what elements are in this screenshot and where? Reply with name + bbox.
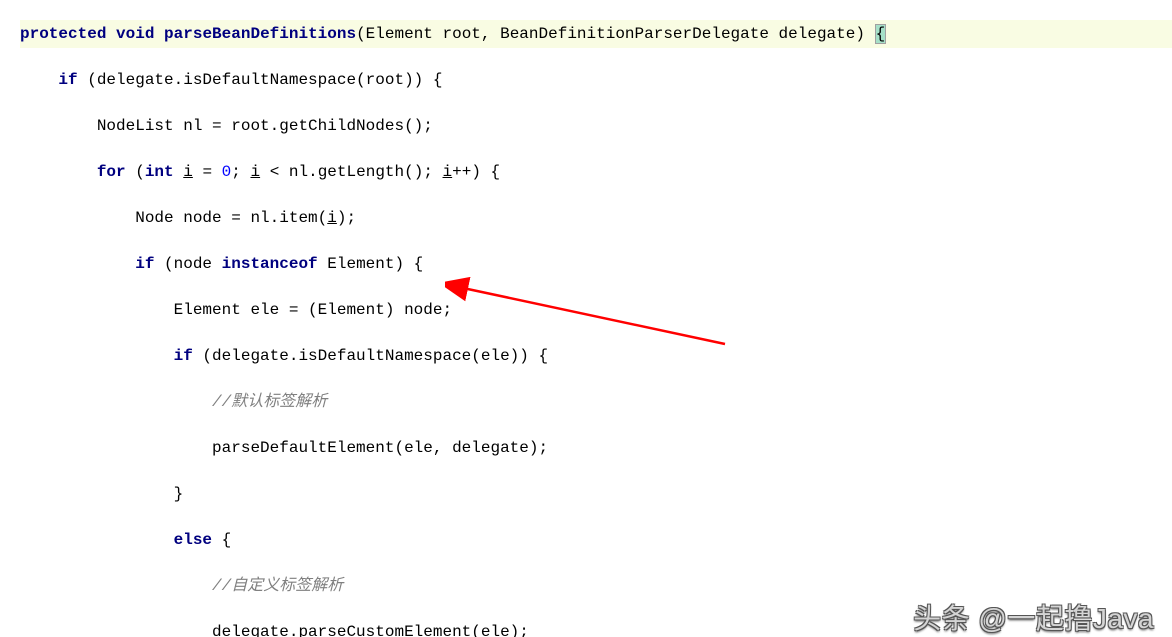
var-i: i [443,163,453,181]
keyword-if: if [135,255,154,273]
open-brace: { [875,24,887,44]
method-params: (Element root, BeanDefinitionParserDeleg… [356,25,874,43]
code-line: Element ele = (Element) node; [20,296,1172,324]
code-text: Element) { [318,255,424,273]
code-line: //自定义标签解析 [20,572,1172,600]
code-line: //默认标签解析 [20,388,1172,416]
code-text: delegate.parseCustomElement(ele); [212,623,529,637]
var-i: i [327,209,337,227]
close-brace: } [174,485,184,503]
method-name: parseBeanDefinitions [164,25,356,43]
code-line: NodeList nl = root.getChildNodes(); [20,112,1172,140]
code-text: ; [231,163,250,181]
code-text: Element ele = (Element) node; [174,301,452,319]
code-text: (delegate.isDefaultNamespace(ele)) { [193,347,548,365]
watermark: 头条 @一起撸Java [913,597,1154,637]
code-line: Node node = nl.item(i); [20,204,1172,232]
code-line: if (delegate.isDefaultNamespace(ele)) { [20,342,1172,370]
code-text: ( [126,163,145,181]
code-line: parseDefaultElement(ele, delegate); [20,434,1172,462]
code-text: parseDefaultElement(ele, delegate); [212,439,548,457]
code-line: protected void parseBeanDefinitions(Elem… [20,20,1172,48]
code-text: = [193,163,222,181]
comment: //默认标签解析 [212,393,327,411]
code-text: NodeList nl = root.getChildNodes(); [97,117,433,135]
keyword-int: int [145,163,174,181]
code-line: } [20,480,1172,508]
code-text [174,163,184,181]
code-line: if (node instanceof Element) { [20,250,1172,278]
code-text: (delegate.isDefaultNamespace(root)) { [78,71,443,89]
keyword-else: else [174,531,212,549]
keyword-void: void [116,25,154,43]
keyword-protected: protected [20,25,106,43]
code-text: ); [337,209,356,227]
keyword-for: for [97,163,126,181]
code-text: ++) { [452,163,500,181]
var-i: i [250,163,260,181]
code-line: for (int i = 0; i < nl.getLength(); i++)… [20,158,1172,186]
var-i: i [183,163,193,181]
code-text: { [212,531,231,549]
code-text: Node node = nl.item( [135,209,327,227]
code-text: (node [154,255,221,273]
keyword-if: if [174,347,193,365]
number-literal: 0 [222,163,232,181]
code-line: else { [20,526,1172,554]
code-line: if (delegate.isDefaultNamespace(root)) { [20,66,1172,94]
comment: //自定义标签解析 [212,577,343,595]
code-text: < nl.getLength(); [260,163,442,181]
code-block: protected void parseBeanDefinitions(Elem… [0,0,1172,637]
keyword-if: if [58,71,77,89]
keyword-instanceof: instanceof [222,255,318,273]
